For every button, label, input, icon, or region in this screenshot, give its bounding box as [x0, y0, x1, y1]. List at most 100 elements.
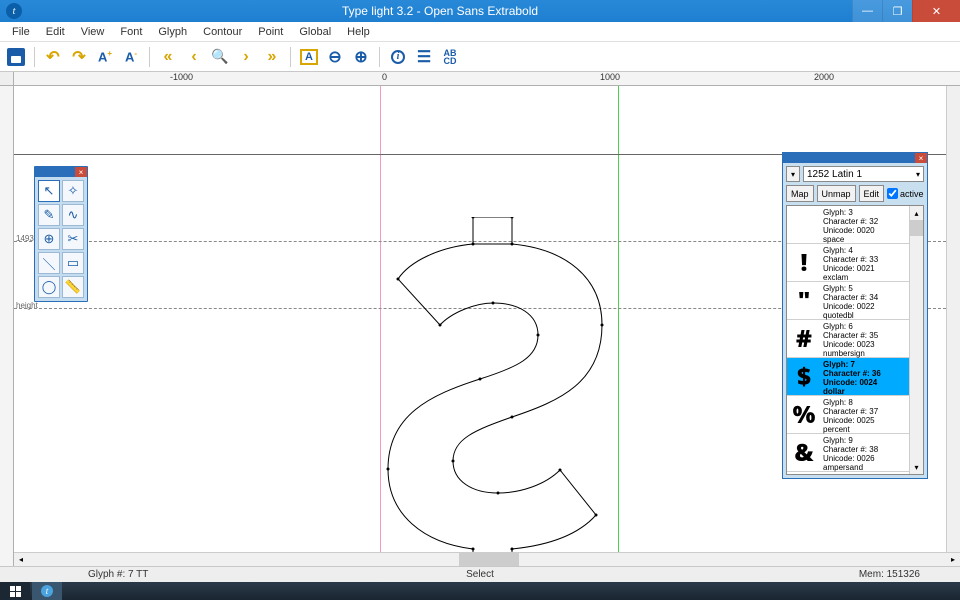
- scroll-track[interactable]: [28, 553, 946, 566]
- separator: [34, 47, 35, 67]
- tool-add-point[interactable]: ⊕: [38, 228, 60, 250]
- zoom-in-button[interactable]: ⊕: [349, 45, 373, 69]
- menu-contour[interactable]: Contour: [195, 24, 250, 40]
- find-button[interactable]: 🔍: [208, 45, 232, 69]
- prev-icon: ‹: [191, 48, 196, 66]
- last-icon: »: [268, 48, 277, 66]
- tool-ellipse[interactable]: ◯: [38, 276, 60, 298]
- scroll-left-button[interactable]: ◂: [14, 553, 28, 566]
- tool-line[interactable]: ＼: [38, 252, 60, 274]
- last-button[interactable]: »: [260, 45, 284, 69]
- maximize-button[interactable]: ❐: [882, 0, 912, 22]
- menu-point[interactable]: Point: [250, 24, 291, 40]
- menu-glyph[interactable]: Glyph: [150, 24, 195, 40]
- glyph-list: Glyph: 3Character #: 32Unicode: 0020spac…: [786, 205, 924, 475]
- zoom-out-button[interactable]: ⊖: [323, 45, 347, 69]
- grid-icon: ABCD: [444, 49, 457, 65]
- scroll-down-button[interactable]: ▾: [910, 460, 923, 474]
- glyph-panel: × ▾ 1252 Latin 1 ▾ Map Unmap Edit active…: [782, 152, 928, 479]
- preview-button[interactable]: A: [297, 45, 321, 69]
- active-checkbox-input[interactable]: [887, 188, 898, 199]
- map-button[interactable]: Map: [786, 185, 814, 202]
- save-button[interactable]: [4, 45, 28, 69]
- status-bar: Glyph #: 7 TT Select Mem: 151326: [0, 566, 960, 582]
- glyph-info: Glyph: 6Character #: 35Unicode: 0023numb…: [821, 320, 923, 357]
- tool-pen-corner[interactable]: ✎: [38, 204, 60, 226]
- glyph-info: Glyph: 9Character #: 38Unicode: 0026ampe…: [821, 434, 923, 471]
- tool-pointer[interactable]: ↖: [38, 180, 60, 202]
- glyph-outline[interactable]: [380, 217, 620, 566]
- glyph-list-item[interactable]: #Glyph: 6Character #: 35Unicode: 0023num…: [787, 320, 923, 358]
- minimize-button[interactable]: —: [852, 0, 882, 22]
- tool-pen-curve[interactable]: ∿: [62, 204, 84, 226]
- work-area: -1000 0 1000 2000 1493 height ×: [0, 72, 960, 566]
- glyph-panel-close-button[interactable]: ×: [915, 153, 927, 163]
- menu-edit[interactable]: Edit: [38, 24, 73, 40]
- info-icon: i: [391, 50, 405, 64]
- glyph-list-item[interactable]: !Glyph: 4Character #: 33Unicode: 0021exc…: [787, 244, 923, 282]
- info-button[interactable]: i: [386, 45, 410, 69]
- list-icon: ☰: [417, 47, 431, 67]
- grid-button[interactable]: ABCD: [438, 45, 462, 69]
- ruler-corner: [0, 72, 14, 85]
- scroll-right-button[interactable]: ▸: [946, 553, 960, 566]
- tool-rectangle[interactable]: ▭: [62, 252, 84, 274]
- ruler-horizontal: -1000 0 1000 2000: [0, 72, 960, 86]
- font-decrease-icon: A-: [125, 49, 137, 64]
- glyph-list-item[interactable]: Glyph: 3Character #: 32Unicode: 0020spac…: [787, 206, 923, 244]
- active-label: active: [900, 189, 924, 199]
- undo-button[interactable]: ↶: [41, 45, 65, 69]
- redo-button[interactable]: ↷: [67, 45, 91, 69]
- glyph-list-item[interactable]: "Glyph: 5Character #: 34Unicode: 0022quo…: [787, 282, 923, 320]
- close-button[interactable]: ✕: [912, 0, 960, 22]
- ruler-tick: -1000: [170, 72, 193, 82]
- prev-button[interactable]: ‹: [182, 45, 206, 69]
- list-button[interactable]: ☰: [412, 45, 436, 69]
- zoom-out-icon: ⊖: [328, 47, 341, 67]
- first-button[interactable]: «: [156, 45, 180, 69]
- next-icon: ›: [243, 48, 248, 66]
- glyph-list-item[interactable]: $Glyph: 7Character #: 36Unicode: 0024dol…: [787, 358, 923, 396]
- start-button[interactable]: [0, 582, 30, 600]
- canvas-v-scrollbar[interactable]: [946, 86, 960, 552]
- font-decrease-button[interactable]: A-: [119, 45, 143, 69]
- separator: [290, 47, 291, 67]
- tool-remove-point[interactable]: ✂: [62, 228, 84, 250]
- glyph-list-item[interactable]: %Glyph: 8Character #: 37Unicode: 0025per…: [787, 396, 923, 434]
- menu-global[interactable]: Global: [291, 24, 339, 40]
- binoculars-icon: 🔍: [211, 48, 228, 65]
- menu-view[interactable]: View: [73, 24, 113, 40]
- first-icon: «: [164, 48, 173, 66]
- edit-button[interactable]: Edit: [859, 185, 885, 202]
- glyph-preview: !: [787, 244, 821, 281]
- canvas-h-scrollbar[interactable]: ◂ ▸: [14, 552, 960, 566]
- unmap-button[interactable]: Unmap: [817, 185, 856, 202]
- windows-icon: [10, 586, 21, 597]
- toolbox-close-button[interactable]: ×: [75, 167, 87, 177]
- glyph-panel-header[interactable]: ×: [783, 153, 927, 163]
- tool-node-select[interactable]: ✧: [62, 180, 84, 202]
- scroll-up-button[interactable]: ▴: [910, 206, 923, 220]
- taskbar-app[interactable]: t: [32, 582, 62, 600]
- encoding-prev-button[interactable]: ▾: [786, 166, 800, 182]
- tool-ruler[interactable]: 📏: [62, 276, 84, 298]
- glyph-list-item[interactable]: &Glyph: 9Character #: 38Unicode: 0026amp…: [787, 434, 923, 472]
- toolbox-header[interactable]: ×: [35, 167, 87, 177]
- glyph-preview: %: [787, 396, 821, 433]
- separator: [149, 47, 150, 67]
- encoding-select[interactable]: 1252 Latin 1 ▾: [803, 166, 924, 182]
- app-icon: t: [41, 585, 53, 597]
- status-mode: Select: [458, 569, 502, 580]
- menu-help[interactable]: Help: [339, 24, 378, 40]
- font-increase-button[interactable]: A+: [93, 45, 117, 69]
- scroll-thumb[interactable]: [910, 220, 923, 236]
- next-button[interactable]: ›: [234, 45, 258, 69]
- scroll-thumb[interactable]: [459, 553, 519, 566]
- redo-icon: ↷: [72, 47, 85, 67]
- menu-file[interactable]: File: [4, 24, 38, 40]
- undo-icon: ↶: [46, 47, 59, 67]
- glyph-list-scrollbar[interactable]: ▴ ▾: [909, 206, 923, 474]
- active-checkbox[interactable]: active: [887, 188, 924, 199]
- menu-font[interactable]: Font: [112, 24, 150, 40]
- encoding-value: 1252 Latin 1: [807, 169, 862, 180]
